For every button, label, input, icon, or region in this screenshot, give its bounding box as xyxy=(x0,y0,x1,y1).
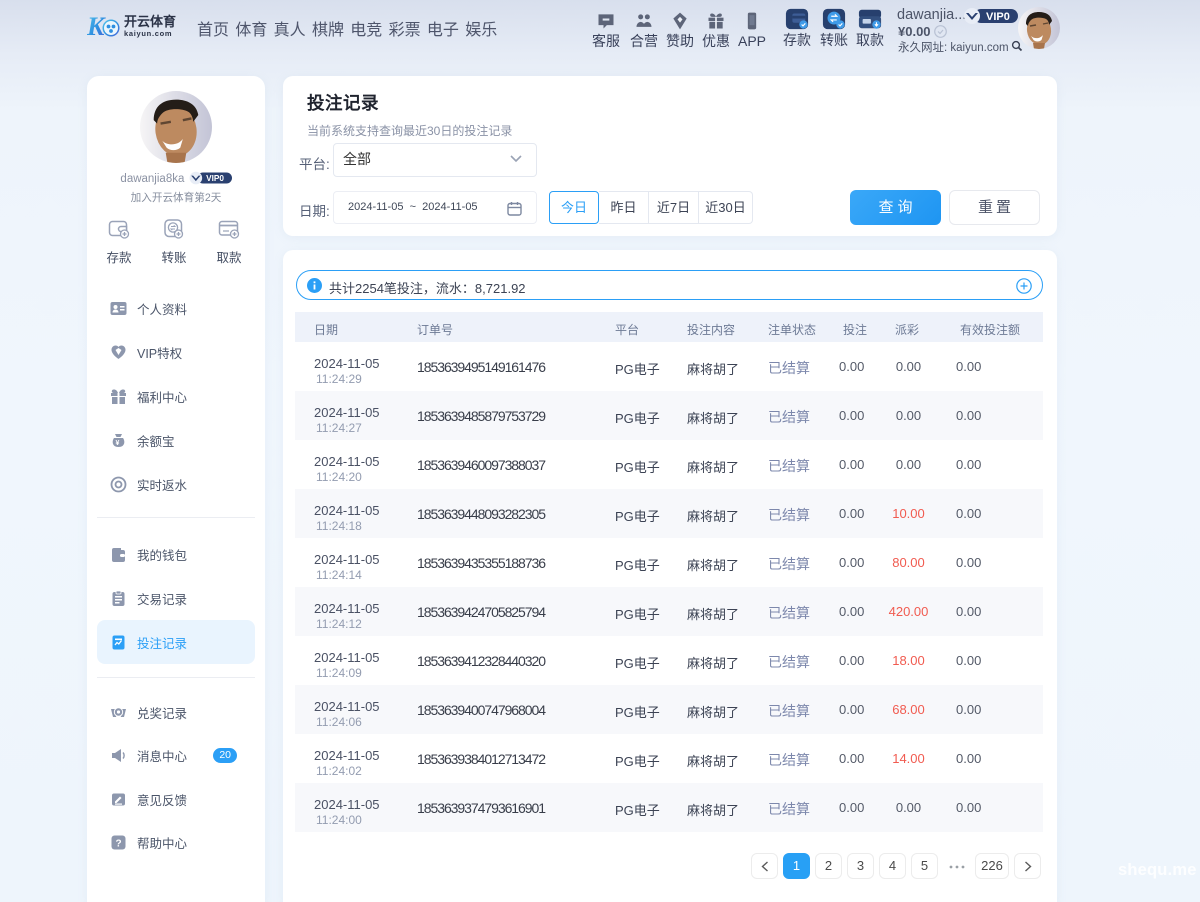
svg-text:VIP0: VIP0 xyxy=(206,174,224,183)
svg-text:?: ? xyxy=(116,838,122,849)
svg-text:¥: ¥ xyxy=(116,440,120,447)
svg-text:VIP0: VIP0 xyxy=(986,11,1010,23)
